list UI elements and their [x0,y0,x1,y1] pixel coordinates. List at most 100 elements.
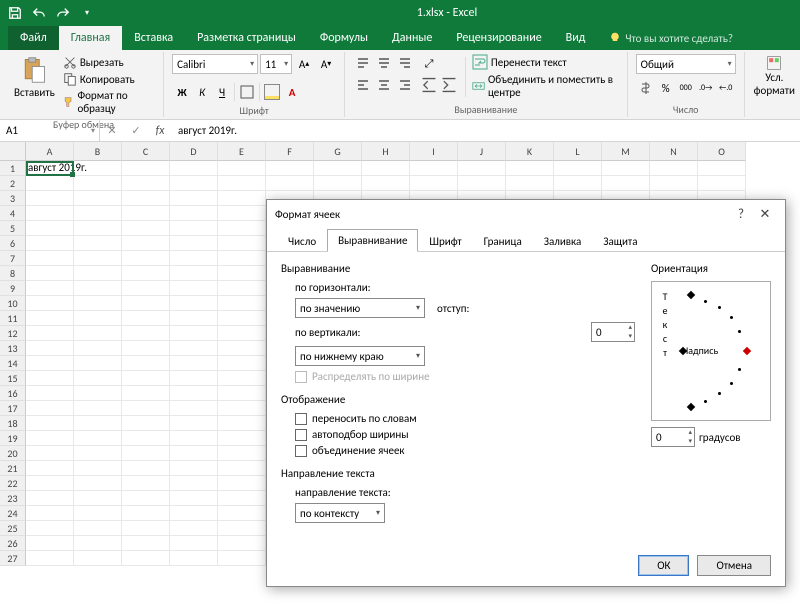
row-header[interactable]: 2 [0,176,26,191]
cell[interactable] [170,191,218,206]
cancel-formula-button[interactable]: ✕ [100,120,124,141]
cell[interactable] [74,311,122,326]
row-header[interactable]: 23 [0,491,26,506]
italic-button[interactable]: К [192,82,212,102]
cell[interactable] [218,251,266,266]
cell[interactable] [170,476,218,491]
cell[interactable] [170,506,218,521]
align-center-button[interactable] [374,75,394,95]
cell[interactable] [218,161,266,176]
cell[interactable] [26,401,74,416]
enter-formula-button[interactable]: ✓ [124,120,148,141]
cell[interactable] [170,446,218,461]
cell[interactable] [122,251,170,266]
align-bottom-button[interactable] [395,54,415,74]
cell[interactable] [218,176,266,191]
cell[interactable] [26,281,74,296]
font-name-dropdown[interactable]: Calibri [172,54,258,74]
cell[interactable] [218,536,266,551]
dtab-protect[interactable]: Защита [592,230,648,252]
cell[interactable] [170,341,218,356]
row-header[interactable]: 19 [0,431,26,446]
cell[interactable] [218,446,266,461]
save-icon[interactable] [4,2,26,24]
row-header[interactable]: 12 [0,326,26,341]
increase-decimal-button[interactable]: .0→ [696,78,716,98]
cell[interactable] [170,401,218,416]
cut-button[interactable]: Вырезать [61,54,155,70]
cell[interactable] [74,326,122,341]
cell[interactable] [26,491,74,506]
horizontal-align-select[interactable]: по значению [295,298,425,318]
col-header[interactable]: E [218,142,266,161]
tab-data[interactable]: Данные [380,26,444,50]
cell[interactable] [218,206,266,221]
cell[interactable] [74,266,122,281]
cell[interactable] [122,266,170,281]
cell[interactable] [26,416,74,431]
cell[interactable] [170,356,218,371]
cell[interactable] [26,461,74,476]
cell[interactable] [170,176,218,191]
cell[interactable] [170,311,218,326]
cell[interactable] [74,236,122,251]
row-header[interactable]: 1 [0,161,26,176]
row-header[interactable]: 20 [0,446,26,461]
cell[interactable] [122,221,170,236]
cell[interactable] [314,161,362,176]
formula-input[interactable]: август 2019г. [172,124,800,137]
cell[interactable] [554,176,602,191]
cell[interactable] [170,371,218,386]
fx-button[interactable]: fx [148,120,172,141]
undo-icon[interactable] [28,2,50,24]
cell[interactable] [218,236,266,251]
shrink-font-button[interactable]: A▾ [316,54,336,74]
cell[interactable] [26,356,74,371]
cell[interactable] [314,176,362,191]
cell[interactable] [74,551,122,566]
vertical-align-select[interactable]: по нижнему краю [295,346,425,366]
col-header[interactable]: O [698,142,746,161]
cell[interactable] [554,161,602,176]
cell[interactable] [74,296,122,311]
cell[interactable] [74,416,122,431]
cell[interactable] [122,506,170,521]
cell[interactable] [26,296,74,311]
merge-center-button[interactable]: Объединить и поместить в центре [472,73,619,99]
paste-button[interactable]: Вставить [12,54,57,101]
tab-layout[interactable]: Разметка страницы [185,26,308,50]
cell[interactable] [218,431,266,446]
cell[interactable] [218,281,266,296]
dtab-alignment[interactable]: Выравнивание [327,229,418,252]
cell[interactable] [170,281,218,296]
cell[interactable] [26,191,74,206]
cell[interactable] [218,296,266,311]
degrees-spinner[interactable]: 0 [651,427,695,447]
cell[interactable] [698,161,746,176]
col-header[interactable]: M [602,142,650,161]
cell[interactable] [74,446,122,461]
tab-view[interactable]: Вид [554,26,598,50]
cell[interactable] [170,431,218,446]
cell[interactable] [122,476,170,491]
currency-button[interactable] [636,78,656,98]
cell[interactable] [74,476,122,491]
cell[interactable] [122,491,170,506]
border-button[interactable] [237,82,257,102]
select-all-corner[interactable] [0,142,26,161]
cell[interactable] [122,326,170,341]
cell[interactable] [362,176,410,191]
cell[interactable] [218,506,266,521]
row-header[interactable]: 14 [0,356,26,371]
row-header[interactable]: 3 [0,191,26,206]
cell[interactable] [74,506,122,521]
row-header[interactable]: 24 [0,506,26,521]
cell[interactable] [362,161,410,176]
col-header[interactable]: F [266,142,314,161]
cell[interactable] [218,266,266,281]
cell[interactable] [26,386,74,401]
cell[interactable] [74,176,122,191]
cell[interactable] [218,521,266,536]
percent-button[interactable]: % [656,78,676,98]
name-box[interactable]: A1 [0,120,100,141]
